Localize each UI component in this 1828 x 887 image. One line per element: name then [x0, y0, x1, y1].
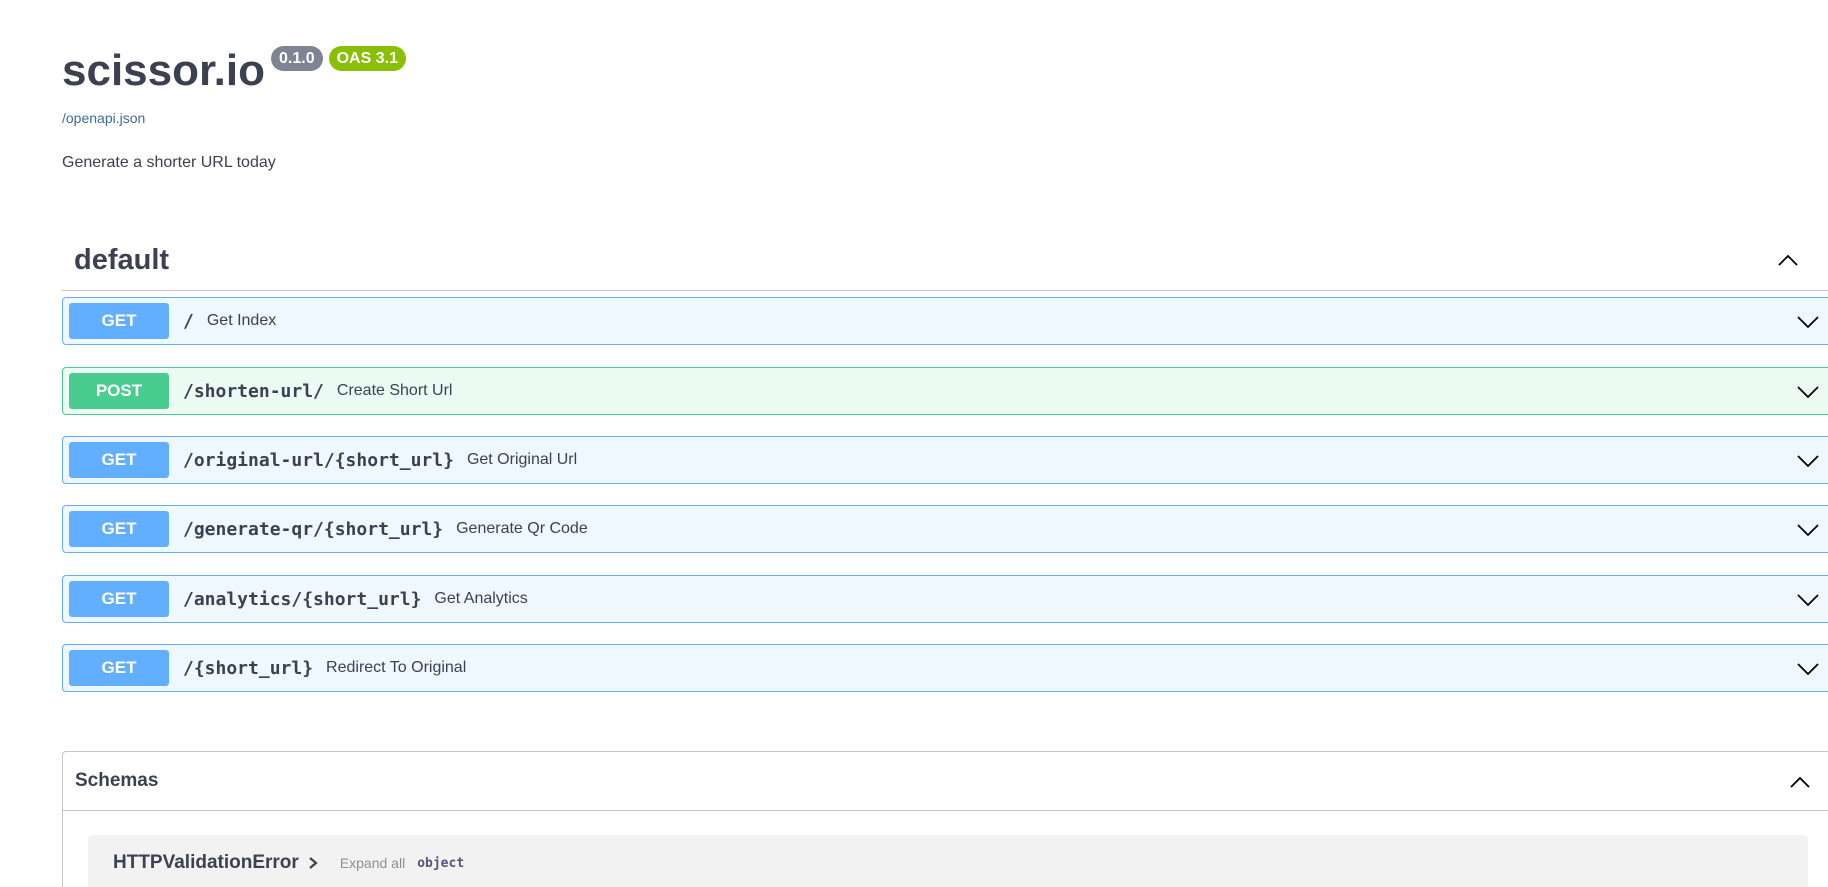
- model-row[interactable]: HTTPValidationError Expand all object: [88, 835, 1808, 887]
- tag-name: default: [74, 243, 170, 276]
- schemas-title: Schemas: [75, 770, 159, 791]
- model-name[interactable]: HTTPValidationError: [113, 852, 299, 874]
- model-container: HTTPValidationError Expand all object: [88, 835, 1808, 887]
- method-badge-post: POST: [69, 373, 169, 409]
- operation-get-original-url[interactable]: GET /original-url/{short_url} Get Origin…: [62, 436, 1828, 484]
- operation-summary: Get Analytics: [434, 590, 528, 607]
- schemas-header[interactable]: Schemas: [63, 752, 1828, 811]
- api-info: scissor.io 0.1.0 OAS 3.1 /openapi.json G…: [62, 42, 406, 172]
- operation-post-shorten-url[interactable]: POST /shorten-url/ Create Short Url: [62, 367, 1828, 415]
- operation-summary: Get Original Url: [466, 451, 578, 468]
- model-type: object: [417, 855, 465, 871]
- operation-summary: Redirect To Original: [326, 659, 467, 676]
- chevron-up-icon[interactable]: [1776, 248, 1800, 272]
- operation-path: /{short_url}: [183, 657, 314, 679]
- operation-path: /shorten-url/: [183, 380, 324, 402]
- chevron-down-icon[interactable]: [1796, 380, 1820, 404]
- operation-get-generate-qr[interactable]: GET /generate-qr/{short_url} Generate Qr…: [62, 505, 1828, 553]
- method-badge-get: GET: [69, 511, 169, 547]
- operation-summary: Generate Qr Code: [456, 520, 588, 537]
- openapi-json-link[interactable]: /openapi.json: [62, 110, 406, 126]
- chevron-down-icon[interactable]: [1796, 518, 1820, 542]
- method-badge-get: GET: [69, 303, 169, 339]
- schemas-section: Schemas HTTPValidationError Expand all o…: [62, 751, 1828, 887]
- method-badge-get: GET: [69, 581, 169, 617]
- version-badge: 0.1.0: [271, 46, 323, 71]
- tag-section-default: default: [62, 230, 1828, 291]
- title-row: scissor.io 0.1.0 OAS 3.1: [62, 42, 406, 100]
- operation-path: /: [183, 310, 194, 332]
- oas-badge: OAS 3.1: [328, 46, 406, 71]
- chevron-down-icon[interactable]: [1796, 588, 1820, 612]
- api-title: scissor.io: [62, 46, 266, 95]
- method-badge-get: GET: [69, 650, 169, 686]
- method-badge-get: GET: [69, 442, 169, 478]
- chevron-down-icon[interactable]: [1796, 310, 1820, 334]
- swagger-ui-page: scissor.io 0.1.0 OAS 3.1 /openapi.json G…: [0, 0, 1828, 887]
- operation-get-analytics[interactable]: GET /analytics/{short_url} Get Analytics: [62, 575, 1828, 623]
- chevron-right-icon[interactable]: [306, 856, 320, 870]
- chevron-down-icon[interactable]: [1796, 449, 1820, 473]
- operation-summary: Get Index: [206, 312, 277, 329]
- operation-path: /analytics/{short_url}: [183, 588, 422, 610]
- operation-get-redirect[interactable]: GET /{short_url} Redirect To Original: [62, 644, 1828, 692]
- api-description: Generate a shorter URL today: [62, 154, 276, 171]
- operation-summary: Create Short Url: [336, 382, 453, 399]
- chevron-down-icon[interactable]: [1796, 657, 1820, 681]
- tag-header-default[interactable]: default: [62, 230, 1828, 291]
- expand-all-button[interactable]: Expand all: [340, 855, 405, 871]
- operation-path: /generate-qr/{short_url}: [183, 518, 444, 540]
- operation-get-index[interactable]: GET / Get Index: [62, 297, 1828, 345]
- operation-path: /original-url/{short_url}: [183, 449, 454, 471]
- chevron-up-icon[interactable]: [1788, 770, 1812, 794]
